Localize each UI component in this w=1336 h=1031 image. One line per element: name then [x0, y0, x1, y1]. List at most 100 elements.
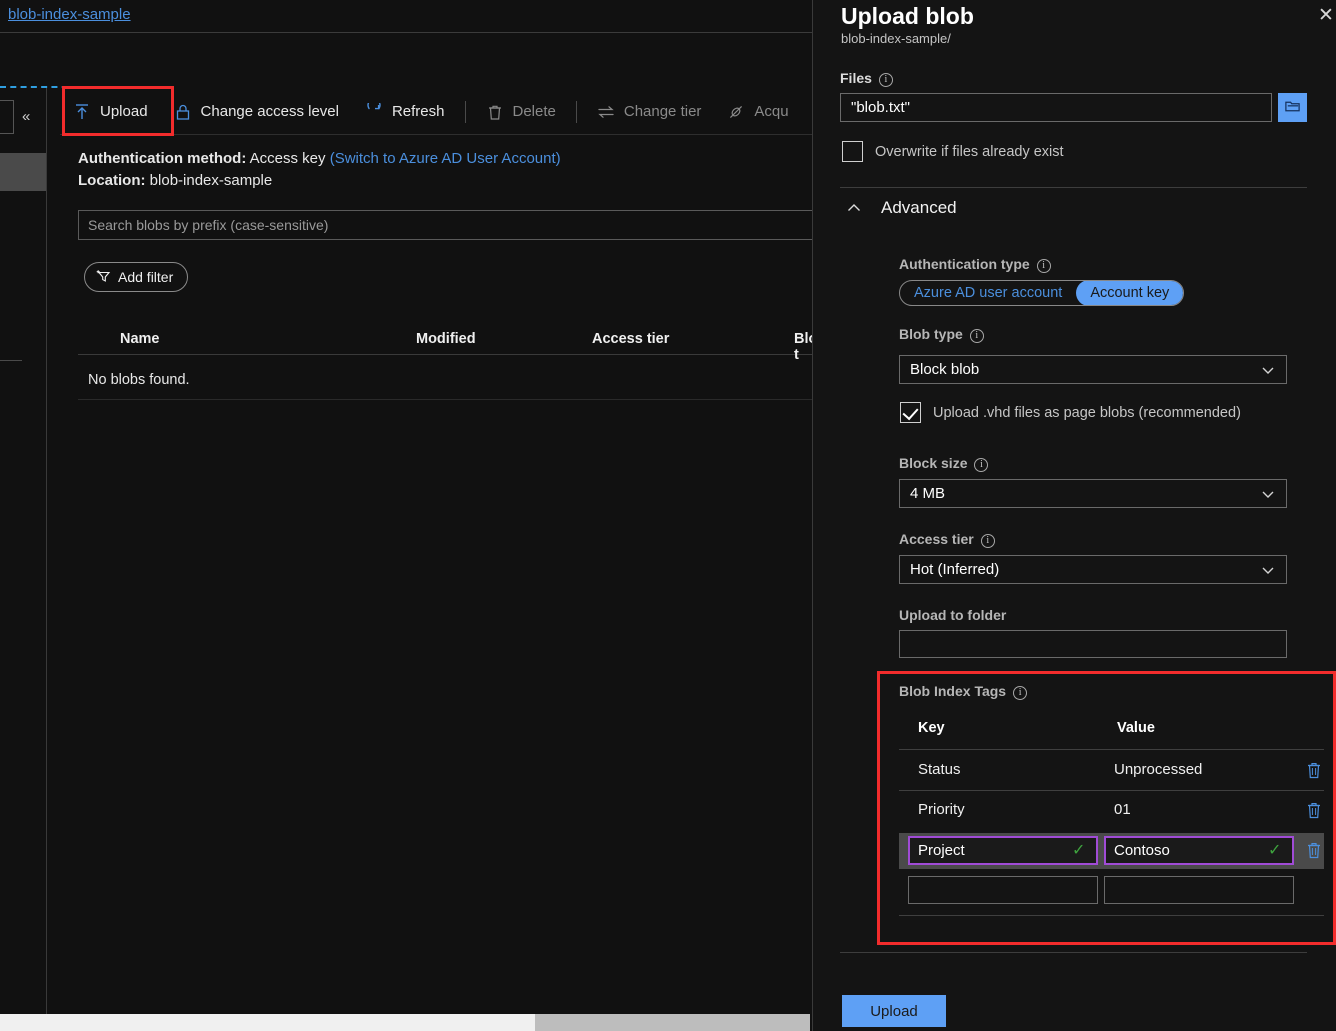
blade-title: Upload blob	[841, 3, 974, 30]
info-icon-block-size[interactable]: i	[974, 458, 988, 472]
toolbar-separator	[465, 101, 466, 123]
vhd-page-blobs-checkbox[interactable]	[900, 402, 921, 423]
advanced-section-toggle[interactable]: Advanced	[845, 198, 957, 218]
column-header-access-tier[interactable]: Access tier	[592, 331, 669, 347]
files-input[interactable]	[840, 93, 1272, 122]
trash-icon	[486, 103, 504, 121]
overwrite-checkbox[interactable]	[842, 141, 863, 162]
overwrite-checkbox-row[interactable]: Overwrite if files already exist	[842, 141, 1064, 162]
browse-files-button[interactable]	[1278, 93, 1307, 122]
chevron-down-icon-access-tier	[1260, 562, 1276, 578]
breadcrumb: blob-index-sample	[0, 0, 812, 33]
auth-type-option-account-key[interactable]: Account key	[1076, 280, 1183, 306]
tag-row-0-trash-icon[interactable]	[1305, 760, 1323, 780]
auth-type-option-azure-ad[interactable]: Azure AD user account	[900, 280, 1076, 306]
blob-type-value: Block blob	[910, 361, 979, 378]
chevron-down-icon-block-size	[1260, 486, 1276, 502]
blob-index-tags-label-text: Blob Index Tags	[899, 683, 1006, 699]
chevron-down-icon-blob-type	[1260, 362, 1276, 378]
toolbar-delete-label: Delete	[513, 103, 556, 120]
refresh-circle-icon	[365, 103, 383, 121]
tag-row-3-key-input[interactable]	[908, 876, 1098, 904]
block-size-label-text: Block size	[899, 455, 967, 471]
toolbar-acquire-lease-label: Acqu	[754, 103, 788, 120]
location-label: Location:	[78, 172, 146, 189]
upload-folder-label: Upload to folder	[899, 607, 1006, 623]
auth-type-toggle[interactable]: Azure AD user account Account key	[899, 280, 1184, 306]
lock-icon	[174, 103, 192, 121]
tag-row-3-value-input[interactable]	[1104, 876, 1294, 904]
tag-row-1-trash-icon[interactable]	[1305, 800, 1323, 820]
toolbar-separator-2	[576, 101, 577, 123]
advanced-label: Advanced	[881, 198, 957, 218]
chevron-up-icon	[845, 199, 863, 217]
divider-advanced-top	[840, 187, 1307, 188]
info-icon-access-tier[interactable]: i	[981, 534, 995, 548]
access-tier-label-text: Access tier	[899, 531, 974, 547]
column-header-name[interactable]: Name	[120, 331, 160, 347]
tag-row-1-value: 01	[1114, 801, 1131, 818]
toolbar-upload-label: Upload	[100, 103, 148, 120]
vhd-checkbox-row[interactable]: Upload .vhd files as page blobs (recomme…	[900, 402, 1241, 423]
info-icon-tags[interactable]: i	[1013, 686, 1027, 700]
block-size-label: Block size i	[899, 455, 988, 472]
block-size-select[interactable]: 4 MB	[899, 479, 1287, 508]
toolbar-upload-button[interactable]: Upload	[60, 90, 161, 134]
table-row: No blobs found.	[78, 360, 818, 400]
tags-column-header-key: Key	[918, 720, 945, 736]
screen-root: blob-index-sample « Upload Change acce	[0, 0, 1336, 1031]
nav-vertical-rule	[46, 88, 47, 1031]
nav-selected-item[interactable]	[0, 153, 46, 191]
upload-submit-button[interactable]: Upload	[842, 995, 946, 1027]
divider-footer	[840, 952, 1307, 953]
vhd-page-blobs-label: Upload .vhd files as page blobs (recomme…	[933, 405, 1241, 421]
blob-type-select[interactable]: Block blob	[899, 355, 1287, 384]
tag-row-0-key: Status	[918, 761, 961, 778]
toolbar-change-tier-button[interactable]: Change tier	[584, 90, 715, 134]
blade-subtitle: blob-index-sample/	[841, 31, 951, 46]
info-icon-files[interactable]: i	[879, 73, 893, 87]
tags-divider-bottom	[899, 915, 1324, 916]
files-label: Filesi	[840, 70, 893, 87]
info-icon-auth-type[interactable]: i	[1037, 259, 1051, 273]
horizontal-scrollbar[interactable]	[0, 1014, 810, 1031]
toolbar-acquire-lease-button[interactable]: Acqu	[714, 90, 801, 134]
tag-row-2-trash-icon[interactable]	[1305, 840, 1323, 860]
location-value: blob-index-sample	[150, 172, 273, 189]
toolbar-delete-button[interactable]: Delete	[473, 90, 569, 134]
toolbar-change-tier-label: Change tier	[624, 103, 702, 120]
left-nav-collapsed: «	[0, 88, 46, 1031]
tag-row-2-key-input[interactable]	[908, 836, 1098, 865]
search-input[interactable]	[78, 210, 818, 240]
info-icon-blob-type[interactable]: i	[970, 329, 984, 343]
tag-row-1-key: Priority	[918, 801, 965, 818]
close-icon[interactable]: ✕	[1312, 2, 1336, 30]
switch-auth-link[interactable]: (Switch to Azure AD User Account)	[330, 150, 561, 167]
blob-table-header: Name Modified Access tier Blob t	[78, 328, 818, 355]
files-label-text: Files	[840, 70, 872, 86]
access-tier-select[interactable]: Hot (Inferred)	[899, 555, 1287, 584]
overwrite-label: Overwrite if files already exist	[875, 144, 1064, 160]
blob-type-label: Blob typei	[899, 326, 984, 343]
horizontal-scrollbar-thumb[interactable]	[535, 1014, 810, 1031]
access-tier-value: Hot (Inferred)	[910, 561, 999, 578]
breadcrumb-link-container[interactable]: blob-index-sample	[8, 6, 131, 23]
auth-method-value: Access key	[250, 150, 326, 167]
add-filter-button[interactable]: Add filter	[84, 262, 188, 292]
toolbar-change-access-level-label: Change access level	[201, 103, 339, 120]
auth-type-label: Authentication type i	[899, 256, 1051, 273]
toolbar-refresh-button[interactable]: Refresh	[352, 90, 458, 134]
toolbar-change-access-level-button[interactable]: Change access level	[161, 90, 352, 134]
block-size-value: 4 MB	[910, 485, 945, 502]
portal-content: blob-index-sample « Upload Change acce	[0, 0, 812, 1031]
upload-folder-input[interactable]	[899, 630, 1287, 658]
blob-index-tags-label: Blob Index Tags i	[899, 683, 1027, 700]
auth-info-block: Authentication method: Access key (Switc…	[78, 148, 561, 192]
tag-row-2-value-input[interactable]	[1104, 836, 1294, 865]
chevron-double-left-icon[interactable]: «	[22, 107, 42, 127]
access-tier-label: Access tier i	[899, 531, 995, 548]
empty-state-message: No blobs found.	[88, 372, 190, 388]
column-header-modified[interactable]: Modified	[416, 331, 476, 347]
auth-type-label-text: Authentication type	[899, 256, 1030, 272]
nav-box-partial	[0, 100, 14, 134]
